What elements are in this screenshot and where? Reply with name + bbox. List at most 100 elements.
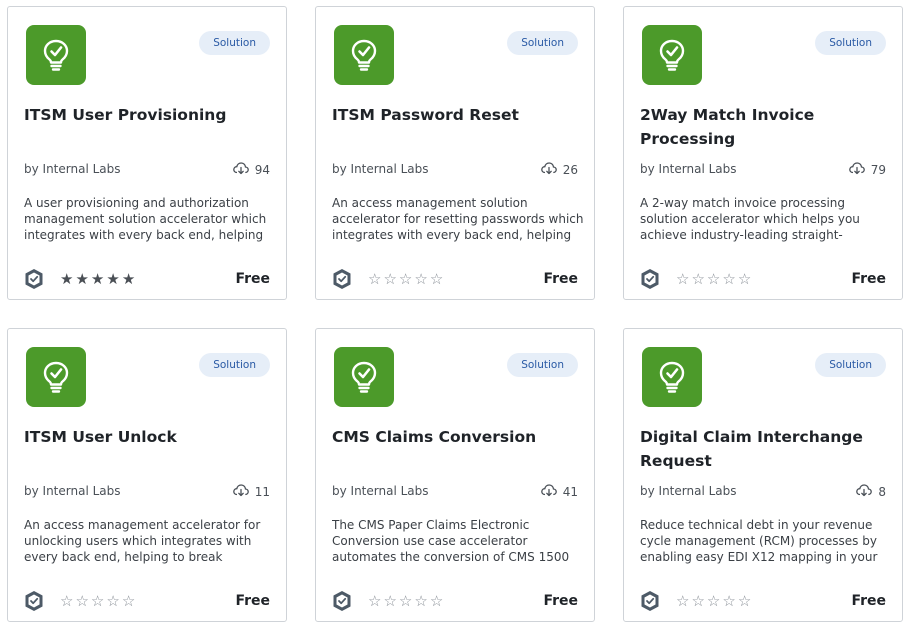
publisher-label: by Internal Labs xyxy=(332,162,429,176)
star-rating[interactable]: ☆ ☆ ☆ ☆ ☆ xyxy=(368,593,443,609)
publisher-label: by Internal Labs xyxy=(24,484,121,498)
views-value: 41 xyxy=(562,485,578,499)
card-title[interactable]: ITSM User Provisioning xyxy=(24,103,276,127)
star-icon[interactable]: ☆ xyxy=(106,593,119,609)
card-description: A 2-way match invoice processing solutio… xyxy=(640,196,860,242)
star-icon[interactable]: ☆ xyxy=(676,593,689,609)
views-count: 79 xyxy=(848,162,886,178)
star-icon[interactable]: ☆ xyxy=(676,271,689,287)
star-icon[interactable]: ☆ xyxy=(738,593,751,609)
star-rating[interactable]: ☆ ☆ ☆ ☆ ☆ xyxy=(676,593,751,609)
views-value: 26 xyxy=(562,163,578,177)
card-footer: ☆ ☆ ☆ ☆ ☆ Free xyxy=(332,589,578,613)
star-icon[interactable]: ☆ xyxy=(691,593,704,609)
views-count: 41 xyxy=(540,484,578,500)
star-icon[interactable]: ☆ xyxy=(722,593,735,609)
cloud-download-icon xyxy=(856,484,873,500)
star-icon[interactable]: ☆ xyxy=(368,271,381,287)
star-icon[interactable]: ☆ xyxy=(414,593,427,609)
card-description: An access management solution accelerato… xyxy=(332,196,584,242)
star-icon[interactable]: ☆ xyxy=(707,593,720,609)
type-badge: Solution xyxy=(507,353,578,377)
solution-card-2[interactable]: Solution ITSM Password Reset by Internal… xyxy=(315,6,595,300)
lightbulb-check-icon xyxy=(334,25,394,85)
cloud-download-icon xyxy=(540,484,557,500)
star-icon[interactable]: ☆ xyxy=(414,271,427,287)
star-icon[interactable]: ☆ xyxy=(91,593,104,609)
views-count: 26 xyxy=(540,162,578,178)
star-rating[interactable]: ★ ★ ★ ★ ★ xyxy=(60,271,135,287)
card-footer: ☆ ☆ ☆ ☆ ☆ Free xyxy=(640,267,886,291)
lightbulb-check-icon xyxy=(26,347,86,407)
shield-check-icon xyxy=(24,268,44,290)
star-icon[interactable]: ☆ xyxy=(430,593,443,609)
price-label: Free xyxy=(543,271,578,287)
star-icon[interactable]: ☆ xyxy=(368,593,381,609)
card-footer: ☆ ☆ ☆ ☆ ☆ Free xyxy=(24,589,270,613)
star-icon[interactable]: ☆ xyxy=(430,271,443,287)
card-description: An access management accelerator for unl… xyxy=(24,518,261,564)
star-icon[interactable]: ☆ xyxy=(691,271,704,287)
lightbulb-check-icon xyxy=(26,25,86,85)
type-badge: Solution xyxy=(199,31,270,55)
star-rating[interactable]: ☆ ☆ ☆ ☆ ☆ xyxy=(368,271,443,287)
price-label: Free xyxy=(543,593,578,609)
views-value: 11 xyxy=(254,485,270,499)
lightbulb-check-icon xyxy=(642,25,702,85)
star-rating[interactable]: ☆ ☆ ☆ ☆ ☆ xyxy=(60,593,135,609)
star-icon[interactable]: ☆ xyxy=(722,271,735,287)
type-badge: Solution xyxy=(199,353,270,377)
publisher-label: by Internal Labs xyxy=(332,484,429,498)
price-label: Free xyxy=(851,271,886,287)
cloud-download-icon xyxy=(232,484,249,500)
shield-check-icon xyxy=(640,268,660,290)
star-icon[interactable]: ★ xyxy=(91,271,104,287)
star-icon[interactable]: ★ xyxy=(60,271,73,287)
star-icon[interactable]: ☆ xyxy=(75,593,88,609)
cloud-download-icon xyxy=(232,162,249,178)
card-description: A user provisioning and authorization ma… xyxy=(24,196,267,242)
card-title[interactable]: ITSM User Unlock xyxy=(24,425,276,449)
card-title[interactable]: ITSM Password Reset xyxy=(332,103,584,127)
solution-card-5[interactable]: Solution CMS Claims Conversion by Intern… xyxy=(315,328,595,622)
solution-card-3[interactable]: Solution 2Way Match Invoice Processing b… xyxy=(623,6,903,300)
card-title[interactable]: 2Way Match Invoice Processing xyxy=(640,103,892,151)
lightbulb-check-icon xyxy=(334,347,394,407)
cloud-download-icon xyxy=(540,162,557,178)
card-footer: ☆ ☆ ☆ ☆ ☆ Free xyxy=(332,267,578,291)
solution-card-4[interactable]: Solution ITSM User Unlock by Internal La… xyxy=(7,328,287,622)
card-title[interactable]: Digital Claim Interchange Request xyxy=(640,425,892,473)
star-rating[interactable]: ☆ ☆ ☆ ☆ ☆ xyxy=(676,271,751,287)
publisher-label: by Internal Labs xyxy=(640,162,737,176)
card-description: The CMS Paper Claims Electronic Conversi… xyxy=(332,518,570,564)
card-title[interactable]: CMS Claims Conversion xyxy=(332,425,584,449)
star-icon[interactable]: ☆ xyxy=(707,271,720,287)
price-label: Free xyxy=(235,271,270,287)
price-label: Free xyxy=(235,593,270,609)
shield-check-icon xyxy=(640,590,660,612)
views-value: 94 xyxy=(254,163,270,177)
star-icon[interactable]: ☆ xyxy=(60,593,73,609)
star-icon[interactable]: ★ xyxy=(122,271,135,287)
card-footer: ★ ★ ★ ★ ★ Free xyxy=(24,267,270,291)
star-icon[interactable]: ★ xyxy=(75,271,88,287)
solutions-grid: Solution ITSM User Provisioning by Inter… xyxy=(0,0,915,630)
star-icon[interactable]: ☆ xyxy=(738,271,751,287)
views-count: 94 xyxy=(232,162,270,178)
type-badge: Solution xyxy=(507,31,578,55)
lightbulb-check-icon xyxy=(642,347,702,407)
solution-card-6[interactable]: Solution Digital Claim Interchange Reque… xyxy=(623,328,903,622)
publisher-label: by Internal Labs xyxy=(24,162,121,176)
star-icon[interactable]: ☆ xyxy=(399,593,412,609)
solution-card-1[interactable]: Solution ITSM User Provisioning by Inter… xyxy=(7,6,287,300)
views-count: 8 xyxy=(856,484,886,500)
star-icon[interactable]: ☆ xyxy=(399,271,412,287)
views-count: 11 xyxy=(232,484,270,500)
star-icon[interactable]: ☆ xyxy=(383,593,396,609)
type-badge: Solution xyxy=(815,31,886,55)
star-icon[interactable]: ☆ xyxy=(122,593,135,609)
star-icon[interactable]: ☆ xyxy=(383,271,396,287)
star-icon[interactable]: ★ xyxy=(106,271,119,287)
shield-check-icon xyxy=(332,590,352,612)
price-label: Free xyxy=(851,593,886,609)
